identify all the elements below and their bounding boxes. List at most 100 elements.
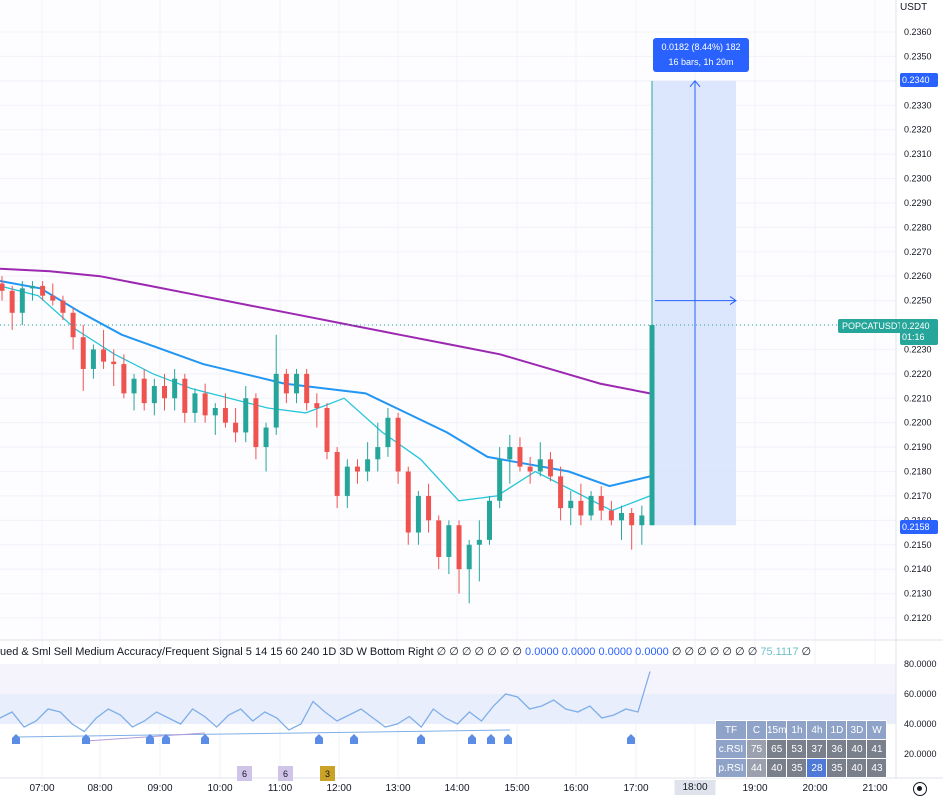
candle-body xyxy=(568,500,574,509)
candle-body xyxy=(0,283,5,291)
rsi-signal-marker xyxy=(468,734,476,744)
price-tick: 0.2250 xyxy=(904,296,932,306)
time-tick: 15:00 xyxy=(504,783,530,794)
rsi-cell: 35 xyxy=(786,758,808,778)
settings-icon[interactable] xyxy=(913,782,927,796)
price-chart[interactable]: 0.2360 0.2350 0.2340 0.2330 0.2320 0.2310 0.23… xyxy=(0,0,943,800)
time-tick: 12:00 xyxy=(326,783,352,794)
time-tick: 16:00 xyxy=(563,783,589,794)
candle-body xyxy=(619,513,625,521)
rsi-header-cell: 1D xyxy=(826,720,848,740)
candle-body xyxy=(395,417,401,472)
candle-body xyxy=(90,349,96,369)
candle-body xyxy=(649,325,655,526)
indicator-rsi-value: 75.1117 xyxy=(760,646,799,658)
rsi-signal-marker xyxy=(417,734,425,744)
time-tick: 17:00 xyxy=(623,783,649,794)
price-tick: 0.2300 xyxy=(904,174,932,184)
rsi-cell: 41 xyxy=(866,739,888,759)
candle-body xyxy=(40,285,46,296)
price-tick: 0.2220 xyxy=(904,369,932,379)
price-tick: 0.2330 xyxy=(904,100,932,110)
price-tick: 0.2120 xyxy=(904,613,932,623)
rsi-tick: 20.0000 xyxy=(904,749,937,759)
time-tick: 11:00 xyxy=(267,783,293,794)
rsi-header-cell: TF xyxy=(715,720,747,740)
candle-body xyxy=(598,495,604,511)
rsi-table: TF C 15m 1h 4h 1D 3D W c.RSI 75 65 53 37… xyxy=(715,720,888,778)
candle-body xyxy=(222,408,228,423)
price-tick: 0.2310 xyxy=(904,149,932,159)
candle-body xyxy=(385,417,391,448)
candle-body xyxy=(101,349,107,362)
candle-body xyxy=(608,510,614,521)
candle-body xyxy=(436,520,442,557)
rsi-cell: 43 xyxy=(866,758,888,778)
candle-body xyxy=(121,364,127,394)
price-tick: 0.2320 xyxy=(904,125,932,135)
candle-body xyxy=(253,398,259,448)
candle-body xyxy=(558,476,564,509)
candle-body xyxy=(29,285,35,289)
price-tick: 0.2180 xyxy=(904,467,932,477)
candle-body xyxy=(314,403,320,409)
price-tick: 0.2270 xyxy=(904,247,932,257)
price-tick: 0.2290 xyxy=(904,198,932,208)
candle-body xyxy=(162,386,167,399)
candle-body xyxy=(172,378,178,399)
price-tick: 0.2360 xyxy=(904,27,932,37)
indicator-values: 0.0000 0.0000 0.0000 0.0000 xyxy=(525,646,669,658)
candle-body xyxy=(243,398,249,433)
price-tick: 0.2140 xyxy=(904,564,932,574)
measure-range-box[interactable] xyxy=(652,80,736,526)
rsi-row-label: p.RSI xyxy=(715,758,747,778)
indicator-legend[interactable]: ued & Sml Sell Medium Accuracy/Frequent … xyxy=(0,645,811,658)
candle-body xyxy=(415,495,421,533)
rsi-cell: 40 xyxy=(846,758,868,778)
rsi-signal-marker xyxy=(12,734,20,744)
candle-body xyxy=(19,288,25,313)
candle-body xyxy=(446,525,452,557)
candle-body xyxy=(80,337,86,369)
currency-label[interactable]: USDT xyxy=(900,2,927,13)
signal-badge[interactable]: 6 xyxy=(237,766,252,781)
time-tick: 19:00 xyxy=(742,783,768,794)
candle-body xyxy=(60,300,66,313)
candle-body xyxy=(212,408,218,416)
rsi-cell: 36 xyxy=(826,739,848,759)
candle-body xyxy=(365,459,371,472)
rsi-row-label: c.RSI xyxy=(715,739,747,759)
price-tick: 0.2130 xyxy=(904,589,932,599)
candle-body xyxy=(426,495,432,521)
candle-body xyxy=(9,290,15,313)
candle-body xyxy=(202,393,208,416)
candle-body xyxy=(283,373,289,394)
signal-badge[interactable]: 3 xyxy=(320,766,335,781)
measure-top-price-tag: 0.2340 xyxy=(900,73,938,87)
candle-body xyxy=(344,466,350,496)
price-tick: 0.2350 xyxy=(904,51,932,61)
measure-tooltip-line1: 0.0182 (8.44%) 182 xyxy=(661,42,741,52)
rsi-header-cell: 1h xyxy=(786,720,808,740)
signal-badge[interactable]: 6 xyxy=(278,766,293,781)
candle-body xyxy=(405,471,411,533)
candle-body xyxy=(375,447,381,460)
candle-body xyxy=(131,378,137,394)
candle-body xyxy=(547,459,553,477)
time-tick: 18:00 xyxy=(674,780,716,795)
candle-body xyxy=(70,312,76,338)
candle-body xyxy=(517,447,523,467)
time-tick: 20:00 xyxy=(802,783,828,794)
time-tick: 10:00 xyxy=(207,783,233,794)
price-tick: 0.2200 xyxy=(904,418,932,428)
candle-body xyxy=(192,393,198,413)
last-price-tag: 0.2240 01:16 xyxy=(900,319,938,345)
price-tick: 0.2260 xyxy=(904,271,932,281)
candle-body xyxy=(456,525,462,570)
rsi-signal-marker xyxy=(350,734,358,744)
rsi-signal-marker xyxy=(487,734,495,744)
candle-body xyxy=(629,513,635,526)
candle-body xyxy=(497,459,503,501)
price-tick: 0.2280 xyxy=(904,222,932,232)
time-tick: 14:00 xyxy=(444,783,470,794)
